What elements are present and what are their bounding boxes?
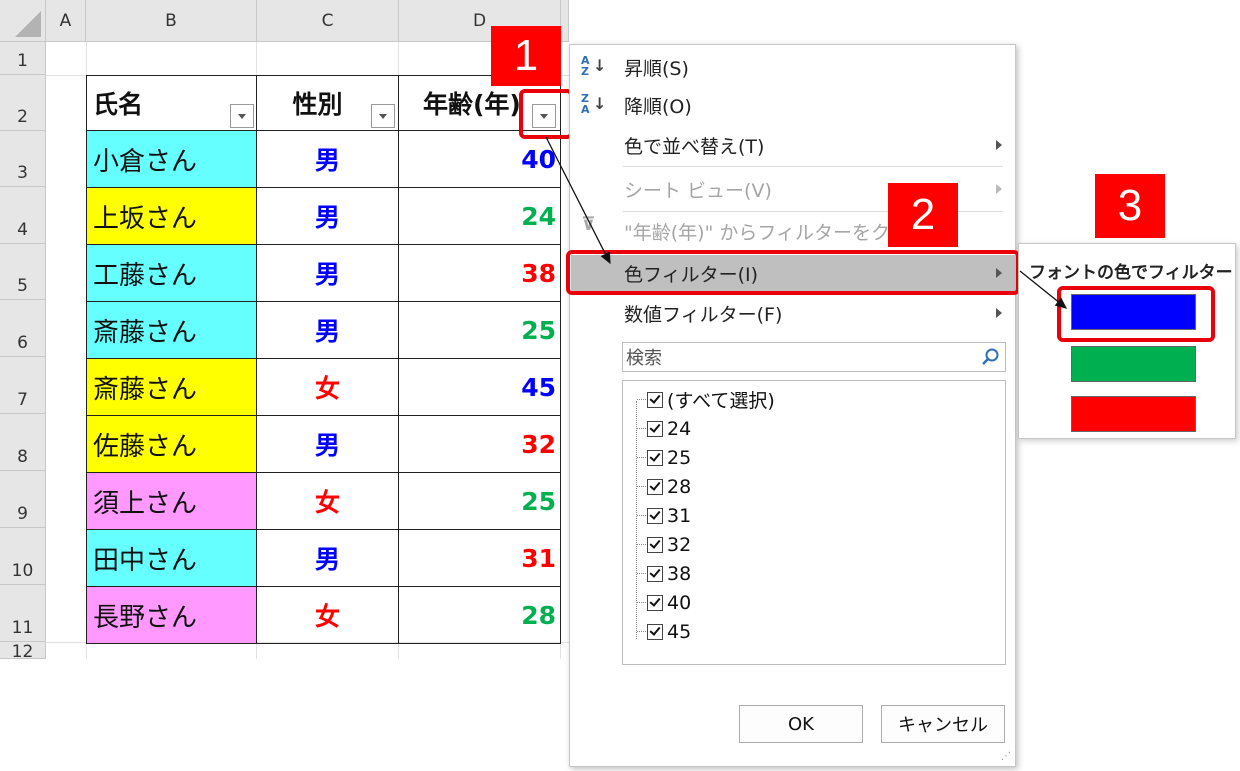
callout-arrows (545, 136, 1068, 309)
arrow-color-filter-to-swatch (1019, 270, 1068, 309)
arrow-dropdown-to-color-filter (545, 136, 611, 265)
